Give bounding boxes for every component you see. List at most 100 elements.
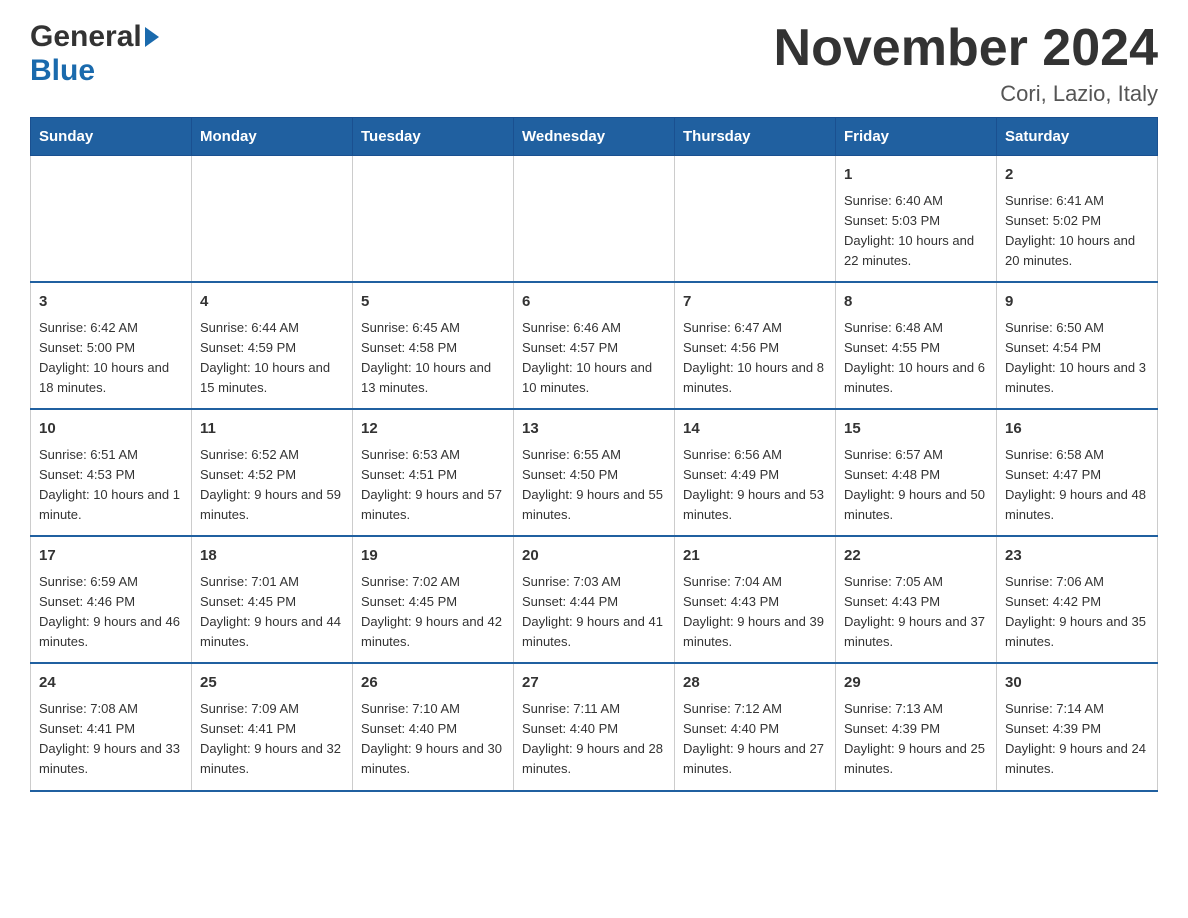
- calendar-week-row: 3 Sunrise: 6:42 AM Sunset: 5:00 PM Daylig…: [31, 282, 1158, 409]
- day-number: 28: [683, 672, 827, 695]
- day-number: 26: [361, 672, 505, 695]
- day-of-week-header-tuesday: Tuesday: [353, 118, 514, 156]
- day-number: 30: [1005, 672, 1149, 695]
- day-of-week-header-wednesday: Wednesday: [514, 118, 675, 156]
- calendar-cell: [675, 156, 836, 283]
- calendar-cell: 29Sunrise: 7:13 AM Sunset: 4:39 PM Dayli…: [836, 663, 997, 790]
- calendar-cell: 25 Sunrise: 7:09 AM Sunset: 4:41 PM Dayli…: [192, 663, 353, 790]
- calendar-cell: [192, 156, 353, 283]
- day-info: Sunrise: 7:12 AM Sunset: 4:40 PM Dayligh…: [683, 699, 827, 780]
- calendar-table: SundayMondayTuesdayWednesdayThursdayFrid…: [30, 117, 1158, 791]
- calendar-header-row: SundayMondayTuesdayWednesdayThursdayFrid…: [31, 118, 1158, 156]
- calendar-cell: 28 Sunrise: 7:12 AM Sunset: 4:40 PM Dayli…: [675, 663, 836, 790]
- calendar-cell: 24Sunrise: 7:08 AM Sunset: 4:41 PM Dayli…: [31, 663, 192, 790]
- calendar-cell: 10Sunrise: 6:51 AM Sunset: 4:53 PM Dayli…: [31, 409, 192, 536]
- calendar-week-row: 10Sunrise: 6:51 AM Sunset: 4:53 PM Dayli…: [31, 409, 1158, 536]
- day-info: Sunrise: 6:56 AM Sunset: 4:49 PM Dayligh…: [683, 445, 827, 526]
- day-number: 12: [361, 418, 505, 441]
- location-text: Cori, Lazio, Italy: [774, 81, 1158, 107]
- calendar-cell: 6Sunrise: 6:46 AM Sunset: 4:57 PM Daylig…: [514, 282, 675, 409]
- day-info: Sunrise: 7:03 AM Sunset: 4:44 PM Dayligh…: [522, 572, 666, 653]
- page-header: General Blue November 2024 Cori, Lazio, …: [30, 20, 1158, 107]
- calendar-cell: 3 Sunrise: 6:42 AM Sunset: 5:00 PM Daylig…: [31, 282, 192, 409]
- day-info: Sunrise: 6:42 AM Sunset: 5:00 PM Dayligh…: [39, 318, 183, 399]
- calendar-cell: 30 Sunrise: 7:14 AM Sunset: 4:39 PM Dayli…: [997, 663, 1158, 790]
- day-of-week-header-friday: Friday: [836, 118, 997, 156]
- calendar-cell: 5 Sunrise: 6:45 AM Sunset: 4:58 PM Daylig…: [353, 282, 514, 409]
- day-number: 24: [39, 672, 183, 695]
- day-info: Sunrise: 6:40 AM Sunset: 5:03 PM Dayligh…: [844, 191, 988, 272]
- calendar-cell: [514, 156, 675, 283]
- calendar-cell: 2 Sunrise: 6:41 AM Sunset: 5:02 PM Daylig…: [997, 156, 1158, 283]
- calendar-cell: 9 Sunrise: 6:50 AM Sunset: 4:54 PM Daylig…: [997, 282, 1158, 409]
- day-info: Sunrise: 6:52 AM Sunset: 4:52 PM Dayligh…: [200, 445, 344, 526]
- calendar-cell: 8Sunrise: 6:48 AM Sunset: 4:55 PM Daylig…: [836, 282, 997, 409]
- day-info: Sunrise: 6:41 AM Sunset: 5:02 PM Dayligh…: [1005, 191, 1149, 272]
- logo-blue-text: Blue: [30, 54, 95, 88]
- calendar-cell: 14Sunrise: 6:56 AM Sunset: 4:49 PM Dayli…: [675, 409, 836, 536]
- calendar-week-row: 17Sunrise: 6:59 AM Sunset: 4:46 PM Dayli…: [31, 536, 1158, 663]
- calendar-cell: 22 Sunrise: 7:05 AM Sunset: 4:43 PM Dayli…: [836, 536, 997, 663]
- day-number: 20: [522, 545, 666, 568]
- day-info: Sunrise: 7:01 AM Sunset: 4:45 PM Dayligh…: [200, 572, 344, 653]
- day-info: Sunrise: 7:05 AM Sunset: 4:43 PM Dayligh…: [844, 572, 988, 653]
- day-info: Sunrise: 6:57 AM Sunset: 4:48 PM Dayligh…: [844, 445, 988, 526]
- day-number: 19: [361, 545, 505, 568]
- calendar-cell: 27 Sunrise: 7:11 AM Sunset: 4:40 PM Dayli…: [514, 663, 675, 790]
- day-number: 23: [1005, 545, 1149, 568]
- day-info: Sunrise: 7:13 AM Sunset: 4:39 PM Dayligh…: [844, 699, 988, 780]
- day-info: Sunrise: 6:45 AM Sunset: 4:58 PM Dayligh…: [361, 318, 505, 399]
- calendar-cell: 16 Sunrise: 6:58 AM Sunset: 4:47 PM Dayli…: [997, 409, 1158, 536]
- day-info: Sunrise: 6:58 AM Sunset: 4:47 PM Dayligh…: [1005, 445, 1149, 526]
- calendar-cell: 4 Sunrise: 6:44 AM Sunset: 4:59 PM Daylig…: [192, 282, 353, 409]
- day-of-week-header-sunday: Sunday: [31, 118, 192, 156]
- calendar-cell: 7 Sunrise: 6:47 AM Sunset: 4:56 PM Daylig…: [675, 282, 836, 409]
- day-number: 4: [200, 291, 344, 314]
- day-number: 11: [200, 418, 344, 441]
- day-of-week-header-thursday: Thursday: [675, 118, 836, 156]
- day-info: Sunrise: 6:50 AM Sunset: 4:54 PM Dayligh…: [1005, 318, 1149, 399]
- day-info: Sunrise: 6:51 AM Sunset: 4:53 PM Dayligh…: [39, 445, 183, 526]
- day-number: 13: [522, 418, 666, 441]
- day-number: 1: [844, 164, 988, 187]
- day-number: 21: [683, 545, 827, 568]
- calendar-cell: 21 Sunrise: 7:04 AM Sunset: 4:43 PM Dayli…: [675, 536, 836, 663]
- day-info: Sunrise: 6:55 AM Sunset: 4:50 PM Dayligh…: [522, 445, 666, 526]
- calendar-cell: [353, 156, 514, 283]
- calendar-cell: 13 Sunrise: 6:55 AM Sunset: 4:50 PM Dayli…: [514, 409, 675, 536]
- month-title: November 2024: [774, 20, 1158, 77]
- day-info: Sunrise: 7:02 AM Sunset: 4:45 PM Dayligh…: [361, 572, 505, 653]
- day-info: Sunrise: 7:09 AM Sunset: 4:41 PM Dayligh…: [200, 699, 344, 780]
- day-number: 2: [1005, 164, 1149, 187]
- day-info: Sunrise: 6:44 AM Sunset: 4:59 PM Dayligh…: [200, 318, 344, 399]
- calendar-cell: 15 Sunrise: 6:57 AM Sunset: 4:48 PM Dayli…: [836, 409, 997, 536]
- day-number: 25: [200, 672, 344, 695]
- day-number: 22: [844, 545, 988, 568]
- calendar-cell: 26 Sunrise: 7:10 AM Sunset: 4:40 PM Dayli…: [353, 663, 514, 790]
- day-of-week-header-monday: Monday: [192, 118, 353, 156]
- calendar-cell: 17Sunrise: 6:59 AM Sunset: 4:46 PM Dayli…: [31, 536, 192, 663]
- day-info: Sunrise: 6:53 AM Sunset: 4:51 PM Dayligh…: [361, 445, 505, 526]
- logo-arrow-icon: [145, 27, 159, 47]
- calendar-cell: 1 Sunrise: 6:40 AM Sunset: 5:03 PM Daylig…: [836, 156, 997, 283]
- day-number: 9: [1005, 291, 1149, 314]
- day-info: Sunrise: 6:59 AM Sunset: 4:46 PM Dayligh…: [39, 572, 183, 653]
- day-number: 7: [683, 291, 827, 314]
- calendar-cell: 12 Sunrise: 6:53 AM Sunset: 4:51 PM Dayli…: [353, 409, 514, 536]
- day-number: 27: [522, 672, 666, 695]
- day-number: 15: [844, 418, 988, 441]
- day-info: Sunrise: 7:04 AM Sunset: 4:43 PM Dayligh…: [683, 572, 827, 653]
- day-number: 3: [39, 291, 183, 314]
- day-number: 5: [361, 291, 505, 314]
- day-info: Sunrise: 7:14 AM Sunset: 4:39 PM Dayligh…: [1005, 699, 1149, 780]
- logo-general-text: General: [30, 20, 142, 54]
- day-number: 16: [1005, 418, 1149, 441]
- calendar-cell: [31, 156, 192, 283]
- day-number: 18: [200, 545, 344, 568]
- day-info: Sunrise: 7:10 AM Sunset: 4:40 PM Dayligh…: [361, 699, 505, 780]
- calendar-cell: 23Sunrise: 7:06 AM Sunset: 4:42 PM Dayli…: [997, 536, 1158, 663]
- calendar-cell: 18 Sunrise: 7:01 AM Sunset: 4:45 PM Dayli…: [192, 536, 353, 663]
- day-info: Sunrise: 6:47 AM Sunset: 4:56 PM Dayligh…: [683, 318, 827, 399]
- day-info: Sunrise: 7:11 AM Sunset: 4:40 PM Dayligh…: [522, 699, 666, 780]
- day-info: Sunrise: 6:46 AM Sunset: 4:57 PM Dayligh…: [522, 318, 666, 399]
